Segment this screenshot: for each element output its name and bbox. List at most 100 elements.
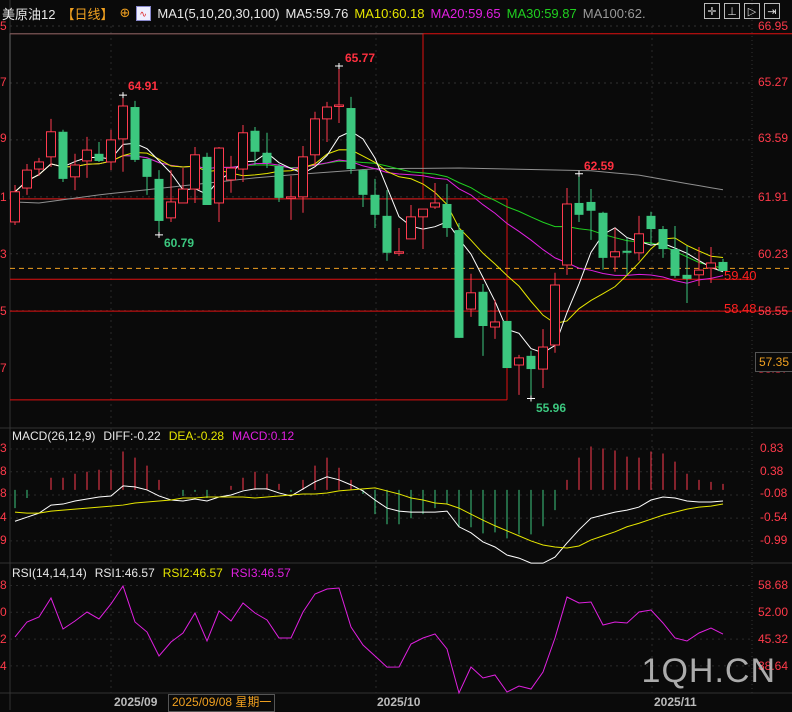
- line-label-lower: 58.48: [724, 301, 757, 316]
- left-tick: 2: [0, 632, 7, 646]
- candle-up: [490, 321, 500, 328]
- candle-up: [418, 208, 428, 218]
- line-label-upper: 59.40: [724, 268, 757, 283]
- rsi-tick: 45.32: [758, 632, 789, 646]
- rsi3-value: RSI3:46.57: [230, 566, 291, 580]
- macd-dea: DEA:-0.28: [168, 429, 225, 443]
- chart-header: 美原油12 【日线】 ⊕ ∿ MA1(5,10,20,30,100) MA5:5…: [2, 4, 646, 22]
- left-tick: 0: [0, 605, 7, 619]
- ma20-value: MA20:59.65: [430, 5, 501, 21]
- candle-up: [634, 233, 644, 254]
- rsi-tick: 58.68: [758, 578, 789, 592]
- left-tick: 5: [0, 19, 7, 33]
- low-annotation: 55.96: [536, 401, 567, 415]
- ma-params[interactable]: MA1(5,10,20,30,100): [157, 6, 279, 21]
- candle-up: [694, 269, 704, 276]
- candle-down: [346, 108, 356, 170]
- candle-up: [394, 251, 404, 254]
- rsi1-value: RSI1:46.57: [94, 566, 155, 580]
- candle-up: [286, 196, 296, 199]
- candle-up: [70, 164, 80, 178]
- symbol-name[interactable]: 美原油12: [2, 4, 55, 23]
- price-tick: 66.95: [758, 19, 789, 33]
- candle-down: [646, 215, 656, 230]
- macd-tick: -0.99: [760, 533, 788, 547]
- cursor-price-box: 57.35: [755, 352, 792, 372]
- candle-down: [154, 178, 164, 221]
- candle-down: [622, 250, 632, 253]
- macd-params[interactable]: MACD(26,12,9): [12, 429, 95, 443]
- price-tick: 65.27: [758, 75, 789, 89]
- candle-up: [538, 346, 548, 370]
- add-indicator-icon[interactable]: ⊕: [119, 5, 130, 21]
- period-selector[interactable]: 【日线】: [61, 4, 113, 23]
- candle-up: [562, 203, 572, 266]
- ma100-line: [14, 167, 724, 204]
- left-tick: 5: [0, 304, 7, 318]
- indicator-chart-icon[interactable]: ∿: [136, 5, 152, 21]
- candle-down: [526, 355, 536, 370]
- candle-down: [598, 212, 608, 258]
- rsi2-value: RSI2:46.57: [162, 566, 223, 580]
- candle-up: [322, 106, 332, 120]
- left-tick: 9: [0, 131, 7, 145]
- left-tick: 3: [0, 441, 7, 455]
- left-tick: 7: [0, 361, 7, 375]
- step-forward-icon[interactable]: ▷: [744, 3, 760, 19]
- candle-up: [550, 284, 560, 346]
- candle-up: [298, 156, 308, 198]
- candle-up: [118, 105, 128, 140]
- candle-down: [382, 215, 392, 253]
- extreme-marker-icon: [575, 170, 583, 177]
- left-tick: 8: [0, 486, 7, 500]
- low-annotation: 60.79: [164, 236, 195, 250]
- candle-up: [466, 292, 476, 310]
- candle-down: [94, 153, 104, 161]
- macd-diff-line: [14, 476, 724, 564]
- macd-tick: -0.54: [760, 510, 788, 524]
- candle-down: [370, 194, 380, 215]
- date-label: 2025/11: [654, 695, 697, 709]
- chart-canvas[interactable]: [0, 0, 792, 710]
- date-label: 2025/10: [377, 695, 421, 709]
- candle-down: [130, 107, 140, 160]
- candle-down: [454, 230, 464, 338]
- candle-down: [502, 320, 512, 369]
- candle-down: [658, 229, 668, 250]
- candle-up: [226, 167, 236, 181]
- candle-up: [178, 188, 188, 204]
- candle-down: [670, 249, 680, 276]
- candle-up: [22, 169, 32, 189]
- crosshair-icon[interactable]: ✛: [704, 3, 720, 19]
- rsi-params[interactable]: RSI(14,14,14): [12, 566, 87, 580]
- candle-up: [190, 154, 200, 190]
- candle-up: [238, 132, 248, 170]
- macd-tick: 0.83: [760, 441, 784, 455]
- candle-down: [142, 158, 152, 177]
- candle-up: [310, 118, 320, 156]
- date-label: 2025/09: [114, 695, 158, 709]
- candle-up: [214, 147, 224, 204]
- ma30-value: MA30:59.87: [506, 5, 577, 21]
- extreme-marker-icon: [155, 231, 163, 238]
- jump-end-icon[interactable]: ⇥: [764, 3, 780, 19]
- macd-tick: -0.08: [760, 486, 788, 500]
- left-tick: 4: [0, 510, 7, 524]
- candle-up: [46, 131, 56, 158]
- chart-toolbar: ✛ ⊥ ▷ ⇥: [704, 3, 780, 19]
- price-tick: 61.91: [758, 190, 789, 204]
- ma5-line: [14, 130, 724, 354]
- zoom-in-icon[interactable]: ⊥: [724, 3, 740, 19]
- candle-up: [34, 161, 44, 170]
- left-tick: 7: [0, 75, 7, 89]
- price-tick: 58.55: [758, 304, 789, 318]
- macd-diff: DIFF:-0.22: [103, 429, 161, 443]
- candle-down: [250, 130, 260, 152]
- candle-down: [358, 170, 368, 195]
- candle-down: [262, 152, 272, 163]
- candle-up: [430, 202, 440, 208]
- candle-down: [442, 203, 452, 229]
- candle-down: [682, 274, 692, 279]
- price-tick: 60.23: [758, 247, 789, 261]
- candle-down: [58, 131, 68, 179]
